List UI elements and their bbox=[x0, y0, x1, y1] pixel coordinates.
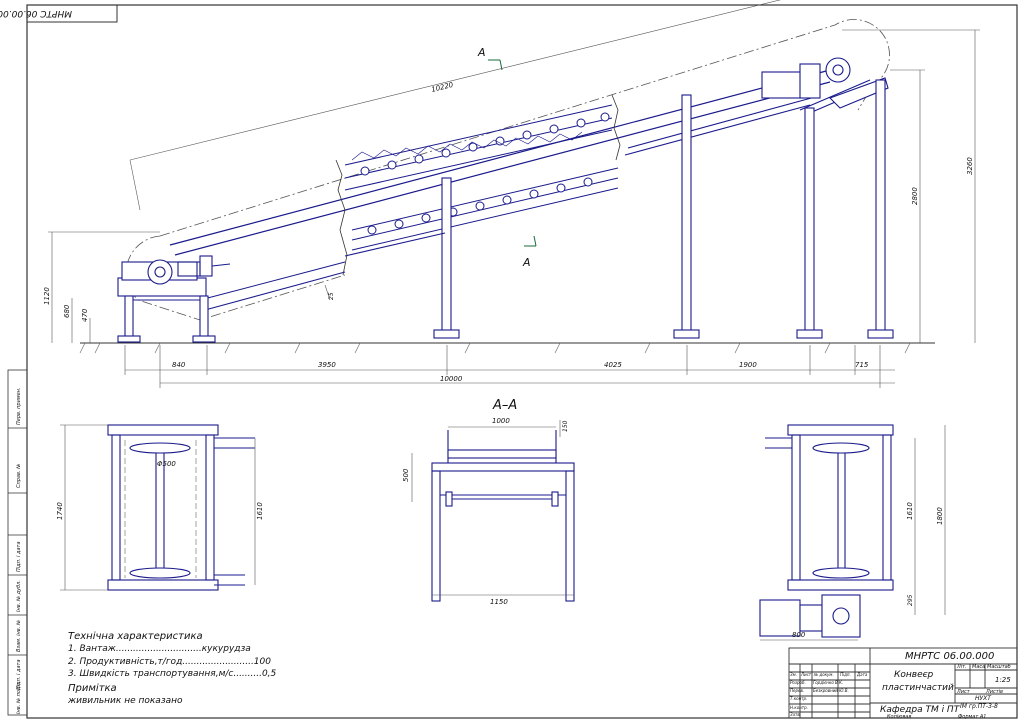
margin-label-5: Взам. інв. № bbox=[16, 620, 22, 652]
section-dims bbox=[411, 420, 574, 596]
title-scale: 1:25 bbox=[995, 676, 1011, 684]
dim-phi500: Φ500 bbox=[157, 460, 176, 468]
title-row-izm: Зм. bbox=[790, 672, 797, 677]
note-heading: Примітка bbox=[68, 683, 117, 694]
title-org-2: ІМ гр.ПТ-3-8 bbox=[960, 703, 998, 710]
margin-labels: Перв. примен. Справ. № Підп. і дата Інв.… bbox=[16, 387, 22, 714]
dim-25: 25 bbox=[328, 292, 335, 300]
specs-heading: Технічна характеристика bbox=[68, 631, 203, 642]
note-text: живильник не показано bbox=[68, 696, 183, 706]
title-person-2: Безкровний Ю.В. bbox=[813, 688, 849, 693]
specs-line-1: 1. Вантаж..............................к… bbox=[68, 644, 251, 654]
dim-1800: 1800 bbox=[936, 507, 944, 525]
dim-1740: 1740 bbox=[56, 502, 64, 520]
dim-3950: 3950 bbox=[318, 361, 336, 369]
title-role-approve: Затв. bbox=[790, 712, 801, 717]
tail-drive bbox=[117, 255, 231, 343]
dim-1000: 1000 bbox=[492, 417, 510, 425]
title-row-date: Дата bbox=[857, 672, 868, 677]
dim-295: 295 bbox=[907, 594, 914, 606]
title-person-1: Гордієнко В.К. bbox=[813, 680, 844, 685]
dim-800: 800 bbox=[792, 631, 806, 639]
section-label-bottom: А bbox=[522, 256, 531, 269]
title-code: МНРТС 06.00.000 bbox=[905, 651, 995, 662]
conveyor-assembly-drawing: МНРТС 06.00.000 Перв. примен. Справ. № П… bbox=[0, 0, 1018, 719]
dim-680: 680 bbox=[63, 304, 71, 318]
vertical-supports bbox=[344, 79, 894, 339]
section-title: А–А bbox=[492, 398, 517, 413]
dim-1150: 1150 bbox=[490, 598, 508, 606]
dim-10220: 10220 bbox=[431, 81, 455, 94]
dim-840: 840 bbox=[172, 361, 186, 369]
dim-150-section: 150 bbox=[562, 420, 569, 432]
dim-2800: 2800 bbox=[911, 187, 919, 205]
plan-view-tail bbox=[107, 424, 255, 591]
title-copied: Копіював bbox=[887, 714, 912, 720]
title-role-check: Перев. bbox=[790, 688, 805, 693]
dim-3260: 3260 bbox=[966, 157, 974, 175]
title-name-2: пластинчастий bbox=[882, 683, 954, 693]
margin-label-2: Справ. № bbox=[16, 464, 22, 488]
margin-label-7: Інв. № подл. bbox=[16, 682, 22, 714]
title-row-list: Лист bbox=[801, 672, 812, 677]
conveyor-belt bbox=[125, 19, 890, 321]
title-scale-label: Масштаб bbox=[987, 664, 1011, 670]
dim-1610-left: 1610 bbox=[256, 502, 264, 520]
dim-500: 500 bbox=[402, 468, 410, 482]
chain-section bbox=[344, 104, 619, 251]
section-label-top: А bbox=[477, 46, 486, 59]
dim-1610-right: 1610 bbox=[906, 502, 914, 520]
plan-view-head bbox=[759, 424, 894, 638]
dim-10000: 10000 bbox=[440, 375, 463, 383]
dim-4025: 4025 bbox=[604, 361, 622, 369]
margin-label-4: Інв. № дубл. bbox=[16, 580, 22, 612]
title-format: Формат А1 bbox=[958, 714, 987, 720]
title-row-doc: № докум. bbox=[814, 672, 834, 677]
dim-470: 470 bbox=[81, 308, 89, 322]
margin-label-1: Перв. примен. bbox=[16, 387, 22, 425]
title-mass: Маса bbox=[972, 664, 986, 670]
section-markers bbox=[488, 59, 537, 247]
ground-line bbox=[79, 342, 935, 354]
title-name-1: Конвеєр bbox=[894, 670, 934, 680]
specs-line-3: 3. Швидкість транспортування,м/с........… bbox=[68, 669, 277, 679]
title-lit: Літ. bbox=[957, 664, 967, 670]
title-role-tcontr: Т.контр. bbox=[790, 696, 808, 701]
dim-1900: 1900 bbox=[739, 361, 757, 369]
title-row-sign: Підп. bbox=[840, 672, 851, 677]
dim-715: 715 bbox=[855, 361, 869, 369]
title-role-ncontr: Н.контр. bbox=[790, 705, 808, 710]
dim-1120: 1120 bbox=[43, 287, 51, 305]
section-view-a-a bbox=[431, 430, 575, 602]
title-sheet: Лист bbox=[957, 689, 970, 695]
top-left-code: МНРТС 06.00.000 bbox=[0, 8, 72, 18]
title-role-dev: Розроб. bbox=[790, 680, 806, 685]
title-org-1: НУХТ bbox=[975, 695, 991, 702]
margin-label-3: Підп. і дата bbox=[16, 541, 22, 572]
specs-line-2: 2. Продуктивність,т/год.................… bbox=[68, 657, 271, 667]
